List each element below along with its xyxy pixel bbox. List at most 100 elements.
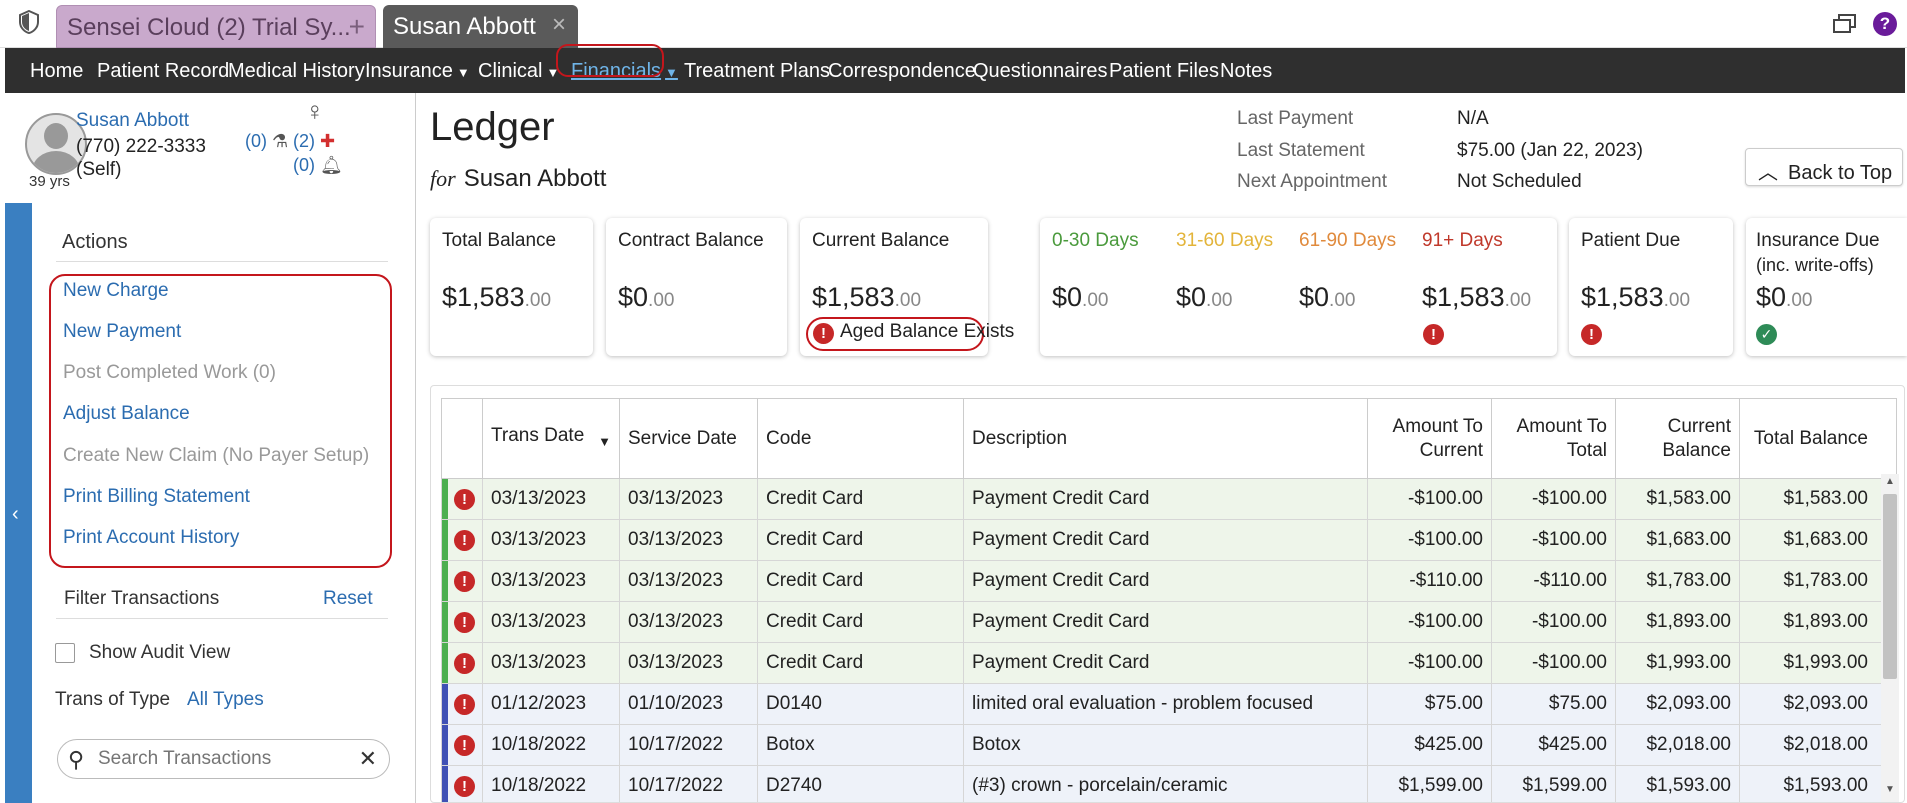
- scrollbar-thumb[interactable]: [1883, 494, 1897, 679]
- show-audit-view-label: Show Audit View: [89, 642, 231, 663]
- browser-tab-bar: Sensei Cloud (2) Trial Sy... + Susan Abb…: [0, 0, 1907, 48]
- col-amount-to-current[interactable]: Amount To Current: [1367, 398, 1492, 479]
- col-total-balance[interactable]: Total Balance: [1739, 398, 1897, 479]
- cell-current-balance: $1,993.00: [1615, 642, 1740, 684]
- cell-amount-to-current: $1,599.00: [1367, 765, 1492, 802]
- adjust-balance-link[interactable]: Adjust Balance: [63, 403, 190, 425]
- card-label: Patient Due: [1581, 230, 1681, 251]
- table-row[interactable]: ! 10/18/2022 10/17/2022 Botox Botox $425.00 $4…: [441, 724, 1897, 766]
- cell-amount-to-current: $75.00: [1367, 683, 1492, 725]
- page-title: Ledger: [430, 105, 555, 149]
- cell-total-balance: $2,018.00: [1739, 724, 1897, 766]
- nav-notes[interactable]: Notes: [1220, 60, 1272, 83]
- total-balance-card: Total Balance $1,583.00: [430, 218, 593, 356]
- back-to-top-button[interactable]: ︿ Back to Top: [1745, 148, 1903, 186]
- nav-insurance[interactable]: Insurance ▼: [365, 60, 470, 83]
- cell-amount-to-current: -$100.00: [1367, 519, 1492, 561]
- print-account-history-link[interactable]: Print Account History: [63, 527, 239, 549]
- add-tab-icon[interactable]: +: [349, 11, 365, 43]
- tab-susan-abbott[interactable]: Susan Abbott ×: [383, 5, 578, 48]
- patient-relation: (Self): [76, 159, 122, 180]
- nav-questionnaires[interactable]: Questionnaires: [973, 60, 1108, 83]
- aging-0-30-value: $0.00: [1052, 282, 1108, 313]
- medical-alert-count[interactable]: (2) ✚: [293, 131, 335, 152]
- nav-home[interactable]: Home: [30, 60, 83, 83]
- table-header-row: ▼ Trans Date Service Date Code Descriptio…: [441, 398, 1897, 479]
- tab-sensei-cloud[interactable]: Sensei Cloud (2) Trial Sy... +: [56, 5, 376, 48]
- patient-phone: (770) 222-3333: [76, 136, 206, 157]
- nav-treatment-plans[interactable]: Treatment Plans: [684, 60, 830, 83]
- table-row[interactable]: ! 03/13/2023 03/13/2023 Credit Card Payment …: [441, 560, 1897, 602]
- cell-amount-to-current: -$100.00: [1367, 478, 1492, 520]
- reset-filter-link[interactable]: Reset: [323, 588, 373, 610]
- nav-patient-record[interactable]: Patient Record: [97, 60, 229, 83]
- current-balance-card: Current Balance $1,583.00 ! Aged Balance…: [800, 218, 1014, 356]
- show-audit-view-checkbox[interactable]: [55, 643, 75, 663]
- col-description[interactable]: Description: [963, 398, 1368, 479]
- restore-window-icon[interactable]: [1833, 14, 1857, 34]
- close-tab-icon[interactable]: ×: [552, 11, 566, 39]
- alert-icon: !: [813, 323, 834, 344]
- medical-count-label: (2): [293, 131, 315, 151]
- cell-description: Payment Credit Card: [963, 642, 1368, 684]
- notification-count[interactable]: (0) 🔔︎: [293, 155, 343, 176]
- cell-description: (#3) crown - porcelain/ceramic: [963, 765, 1368, 802]
- aging-61-90-label: 61-90 Days: [1299, 230, 1397, 251]
- col-service-date[interactable]: Service Date: [619, 398, 758, 479]
- nav-correspondence[interactable]: Correspondence: [828, 60, 976, 83]
- cell-service-date: 10/17/2022: [619, 765, 758, 802]
- create-new-claim-link: Create New Claim (No Payer Setup): [63, 445, 370, 466]
- divider: [56, 618, 388, 619]
- col-label: Trans Date: [491, 424, 585, 446]
- nav-medical-history[interactable]: Medical History: [228, 60, 365, 83]
- cell-service-date: 03/13/2023: [619, 601, 758, 643]
- cell-amount-to-total: -$100.00: [1491, 642, 1616, 684]
- help-icon[interactable]: ?: [1873, 12, 1897, 36]
- card-label: Contract Balance: [618, 230, 764, 251]
- cell-trans-date: 10/18/2022: [482, 765, 620, 802]
- cell-code: Credit Card: [757, 560, 964, 602]
- cell-trans-date: 03/13/2023: [482, 478, 620, 520]
- table-scrollbar[interactable]: ▲ ▼: [1881, 474, 1899, 802]
- scroll-up-icon[interactable]: ▲: [1885, 476, 1895, 487]
- cell-total-balance: $1,783.00: [1739, 560, 1897, 602]
- new-payment-link[interactable]: New Payment: [63, 321, 181, 343]
- cell-amount-to-current: $425.00: [1367, 724, 1492, 766]
- cell-amount-to-total: -$100.00: [1491, 478, 1616, 520]
- scroll-down-icon[interactable]: ▼: [1885, 784, 1895, 795]
- table-row[interactable]: ! 01/12/2023 01/10/2023 D0140 limited oral e…: [441, 683, 1897, 725]
- search-icon: ⚲: [68, 747, 85, 772]
- col-current-balance[interactable]: Current Balance: [1615, 398, 1740, 479]
- lab-count[interactable]: (0) ⚗: [245, 131, 288, 152]
- nav-patient-files[interactable]: Patient Files: [1109, 60, 1219, 83]
- print-billing-statement-link[interactable]: Print Billing Statement: [63, 486, 250, 508]
- card-dollars: $0: [1176, 282, 1207, 312]
- table-row[interactable]: ! 10/18/2022 10/17/2022 D2740 (#3) crown - p…: [441, 765, 1897, 802]
- cell-total-balance: $1,583.00: [1739, 478, 1897, 520]
- sidebar-collapse-bar[interactable]: ‹: [5, 203, 32, 803]
- col-trans-date[interactable]: ▼ Trans Date: [482, 398, 620, 479]
- col-amount-to-total[interactable]: Amount To Total: [1491, 398, 1616, 479]
- cell-code: D2740: [757, 765, 964, 802]
- cell-trans-date: 03/13/2023: [482, 642, 620, 684]
- cell-current-balance: $1,783.00: [1615, 560, 1740, 602]
- cell-trans-date: 03/13/2023: [482, 560, 620, 602]
- table-row[interactable]: ! 03/13/2023 03/13/2023 Credit Card Payment …: [441, 519, 1897, 561]
- trans-type-dropdown[interactable]: All Types: [187, 689, 264, 711]
- new-charge-link[interactable]: New Charge: [63, 280, 169, 302]
- patient-name-link[interactable]: Susan Abbott: [76, 110, 189, 132]
- nav-clinical[interactable]: Clinical ▼: [478, 60, 559, 83]
- actions-heading: Actions: [62, 231, 128, 253]
- table-row[interactable]: ! 03/13/2023 03/13/2023 Credit Card Payment …: [441, 478, 1897, 520]
- table-row[interactable]: ! 03/13/2023 03/13/2023 Credit Card Payment …: [441, 601, 1897, 643]
- clear-search-icon[interactable]: ✕: [359, 746, 377, 772]
- card-value: $1,583.00: [812, 282, 921, 313]
- cell-code: Botox: [757, 724, 964, 766]
- alert-count-label: (0): [293, 155, 315, 175]
- nav-clinical-label: Clinical: [478, 60, 543, 82]
- main-nav: Home Patient Record Medical History Insu…: [5, 44, 1905, 93]
- col-code[interactable]: Code: [757, 398, 964, 479]
- search-input[interactable]: [98, 746, 348, 772]
- table-row[interactable]: ! 03/13/2023 03/13/2023 Credit Card Payment …: [441, 642, 1897, 684]
- cell-amount-to-total: -$110.00: [1491, 560, 1616, 602]
